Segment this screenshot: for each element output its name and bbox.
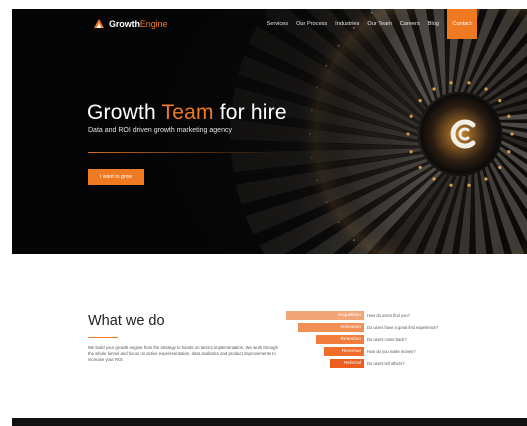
growth-funnel: Acquisition How do users find you? Activ…: [286, 311, 486, 371]
funnel-stage-acquisition: Acquisition: [286, 311, 364, 320]
top-navigation: GrowthEngine Services Our Process Indust…: [12, 9, 527, 39]
nav-item-our-team[interactable]: Our Team: [367, 21, 391, 27]
nav-item-industries[interactable]: Industries: [335, 21, 359, 27]
funnel-question: Do users tell others?: [367, 361, 405, 366]
logo-text-growth: Growth: [109, 19, 140, 29]
what-we-do-description: We build your growth engine from the str…: [88, 345, 278, 362]
nav-item-contact[interactable]: Contact: [447, 9, 477, 39]
hero-title: Growth Team for hire: [87, 101, 287, 125]
nav-item-services[interactable]: Services: [267, 21, 288, 27]
nav-item-careers[interactable]: Careers: [400, 21, 420, 27]
page-frame: Growth Team for hire Data and ROI driven…: [12, 0, 527, 426]
funnel-stage-revenue: Revenue: [324, 347, 364, 356]
footer-band: [12, 418, 527, 426]
funnel-question: Do users come back?: [367, 337, 407, 342]
nav-item-blog[interactable]: Blog: [428, 21, 439, 27]
funnel-row: Acquisition How do users find you?: [286, 311, 486, 320]
funnel-stage-activation: Activation: [298, 323, 364, 332]
funnel-question: How do users find you?: [367, 313, 410, 318]
hero-title-accent: Team: [161, 101, 214, 124]
growth-engine-logo-icon: [94, 19, 104, 28]
nav-menu: Services Our Process Industries Our Team…: [259, 9, 477, 39]
logo-text-engine: Engine: [139, 19, 168, 29]
funnel-row: Revenue How do you make money?: [286, 347, 486, 356]
i-want-to-grow-button[interactable]: I want to grow: [88, 169, 144, 185]
logo[interactable]: GrowthEngine: [93, 15, 167, 33]
funnel-stage-retention: Retention: [316, 335, 364, 344]
funnel-question: Do users have a great first experience?: [367, 325, 439, 330]
funnel-row: Retention Do users come back?: [286, 335, 486, 344]
funnel-stage-referral: Referral: [330, 359, 364, 368]
funnel-row: Activation Do users have a great first e…: [286, 323, 486, 332]
logo-text: GrowthEngine: [109, 19, 167, 29]
funnel-row: Referral Do users tell others?: [286, 359, 486, 368]
funnel-question: How do you make money?: [367, 349, 416, 354]
hero-section: Growth Team for hire Data and ROI driven…: [12, 9, 527, 254]
hero-title-part1: Growth: [87, 101, 162, 124]
hero-divider: [88, 152, 268, 153]
nav-item-our-process[interactable]: Our Process: [296, 21, 327, 27]
hero-title-part2: for hire: [213, 101, 287, 124]
what-we-do-divider: [88, 337, 118, 338]
hero-subtitle: Data and ROI driven growth marketing age…: [88, 127, 232, 134]
what-we-do-title: What we do: [88, 313, 165, 329]
